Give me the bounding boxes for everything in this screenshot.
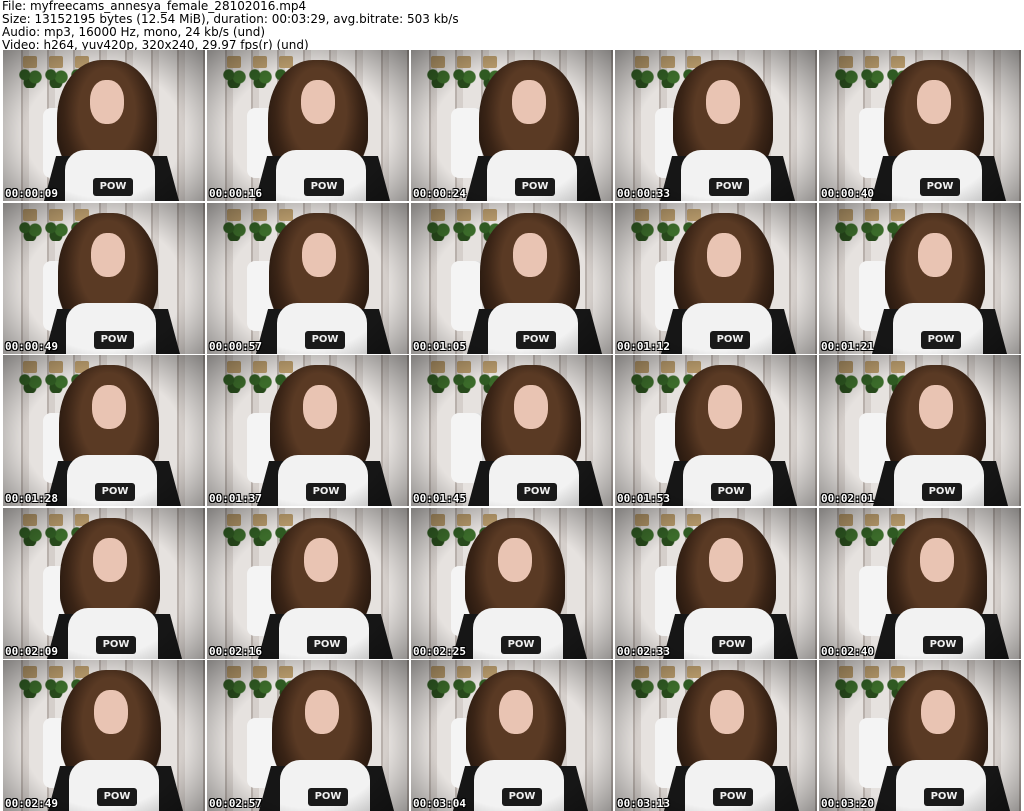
thumbnail-timestamp: 00:01:37 (209, 492, 262, 505)
video-thumbnail: POW00:00:16 (207, 50, 409, 201)
vignette (411, 203, 613, 354)
video-thumbnail: POW00:01:05 (411, 203, 613, 354)
video-thumbnail: POW00:00:24 (411, 50, 613, 201)
thumbnail-timestamp: 00:01:12 (617, 340, 670, 353)
thumbnail-timestamp: 00:02:40 (821, 645, 874, 658)
file-info-header: File: myfreecams_annesya_female_28102016… (2, 0, 1022, 52)
thumbnail-timestamp: 00:03:13 (617, 797, 670, 810)
video-thumbnail: POW00:00:09 (3, 50, 205, 201)
video-thumbnail: POW00:01:21 (819, 203, 1021, 354)
video-thumbnail: POW00:01:28 (3, 355, 205, 506)
video-thumbnail: POW00:02:16 (207, 508, 409, 659)
vignette (3, 50, 205, 201)
video-thumbnail: POW00:01:37 (207, 355, 409, 506)
vignette (207, 50, 409, 201)
video-thumbnail: POW00:00:40 (819, 50, 1021, 201)
vignette (819, 50, 1021, 201)
vignette (615, 50, 817, 201)
vignette (615, 660, 817, 811)
thumbnail-timestamp: 00:00:40 (821, 187, 874, 200)
vignette (207, 508, 409, 659)
thumbnail-timestamp: 00:02:09 (5, 645, 58, 658)
thumbnail-timestamp: 00:02:16 (209, 645, 262, 658)
vignette (3, 355, 205, 506)
video-thumbnail: POW00:02:49 (3, 660, 205, 811)
vignette (819, 508, 1021, 659)
thumbnail-timestamp: 00:01:53 (617, 492, 670, 505)
thumbnail-timestamp: 00:02:57 (209, 797, 262, 810)
thumbnail-timestamp: 00:03:04 (413, 797, 466, 810)
vignette (819, 355, 1021, 506)
thumbnail-timestamp: 00:01:05 (413, 340, 466, 353)
video-thumbnail: POW00:02:01 (819, 355, 1021, 506)
thumbnail-timestamp: 00:02:33 (617, 645, 670, 658)
vignette (3, 508, 205, 659)
thumbnail-timestamp: 00:00:49 (5, 340, 58, 353)
thumbnail-timestamp: 00:00:57 (209, 340, 262, 353)
vignette (3, 660, 205, 811)
vignette (207, 355, 409, 506)
vignette (615, 508, 817, 659)
video-thumbnail: POW00:02:40 (819, 508, 1021, 659)
video-thumbnail: POW00:00:57 (207, 203, 409, 354)
thumbnail-timestamp: 00:02:25 (413, 645, 466, 658)
vignette (411, 660, 613, 811)
video-thumbnail: POW00:02:25 (411, 508, 613, 659)
thumbnail-timestamp: 00:01:45 (413, 492, 466, 505)
vignette (819, 203, 1021, 354)
vignette (207, 203, 409, 354)
thumbnail-grid: POW00:00:09POW00:00:16POW00:00:24POW00:0… (0, 50, 1024, 811)
video-thumbnail: POW00:02:33 (615, 508, 817, 659)
video-thumbnail: POW00:00:33 (615, 50, 817, 201)
video-thumbnail: POW00:01:45 (411, 355, 613, 506)
video-thumbnail: POW00:02:09 (3, 508, 205, 659)
thumbnail-timestamp: 00:01:21 (821, 340, 874, 353)
vignette (819, 660, 1021, 811)
video-thumbnail: POW00:03:13 (615, 660, 817, 811)
vignette (615, 203, 817, 354)
video-thumbnail: POW00:01:12 (615, 203, 817, 354)
vignette (3, 203, 205, 354)
thumbnail-timestamp: 00:01:28 (5, 492, 58, 505)
thumbnail-timestamp: 00:00:09 (5, 187, 58, 200)
video-thumbnail: POW00:01:53 (615, 355, 817, 506)
video-thumbnail: POW00:00:49 (3, 203, 205, 354)
vignette (411, 508, 613, 659)
video-thumbnail: POW00:03:04 (411, 660, 613, 811)
video-thumbnail: POW00:02:57 (207, 660, 409, 811)
thumbnail-timestamp: 00:02:01 (821, 492, 874, 505)
thumbnail-timestamp: 00:03:20 (821, 797, 874, 810)
vignette (207, 660, 409, 811)
vignette (411, 355, 613, 506)
vignette (411, 50, 613, 201)
thumbnail-timestamp: 00:02:49 (5, 797, 58, 810)
vignette (615, 355, 817, 506)
video-thumbnail: POW00:03:20 (819, 660, 1021, 811)
thumbnail-timestamp: 00:00:33 (617, 187, 670, 200)
thumbnail-timestamp: 00:00:24 (413, 187, 466, 200)
thumbnail-timestamp: 00:00:16 (209, 187, 262, 200)
